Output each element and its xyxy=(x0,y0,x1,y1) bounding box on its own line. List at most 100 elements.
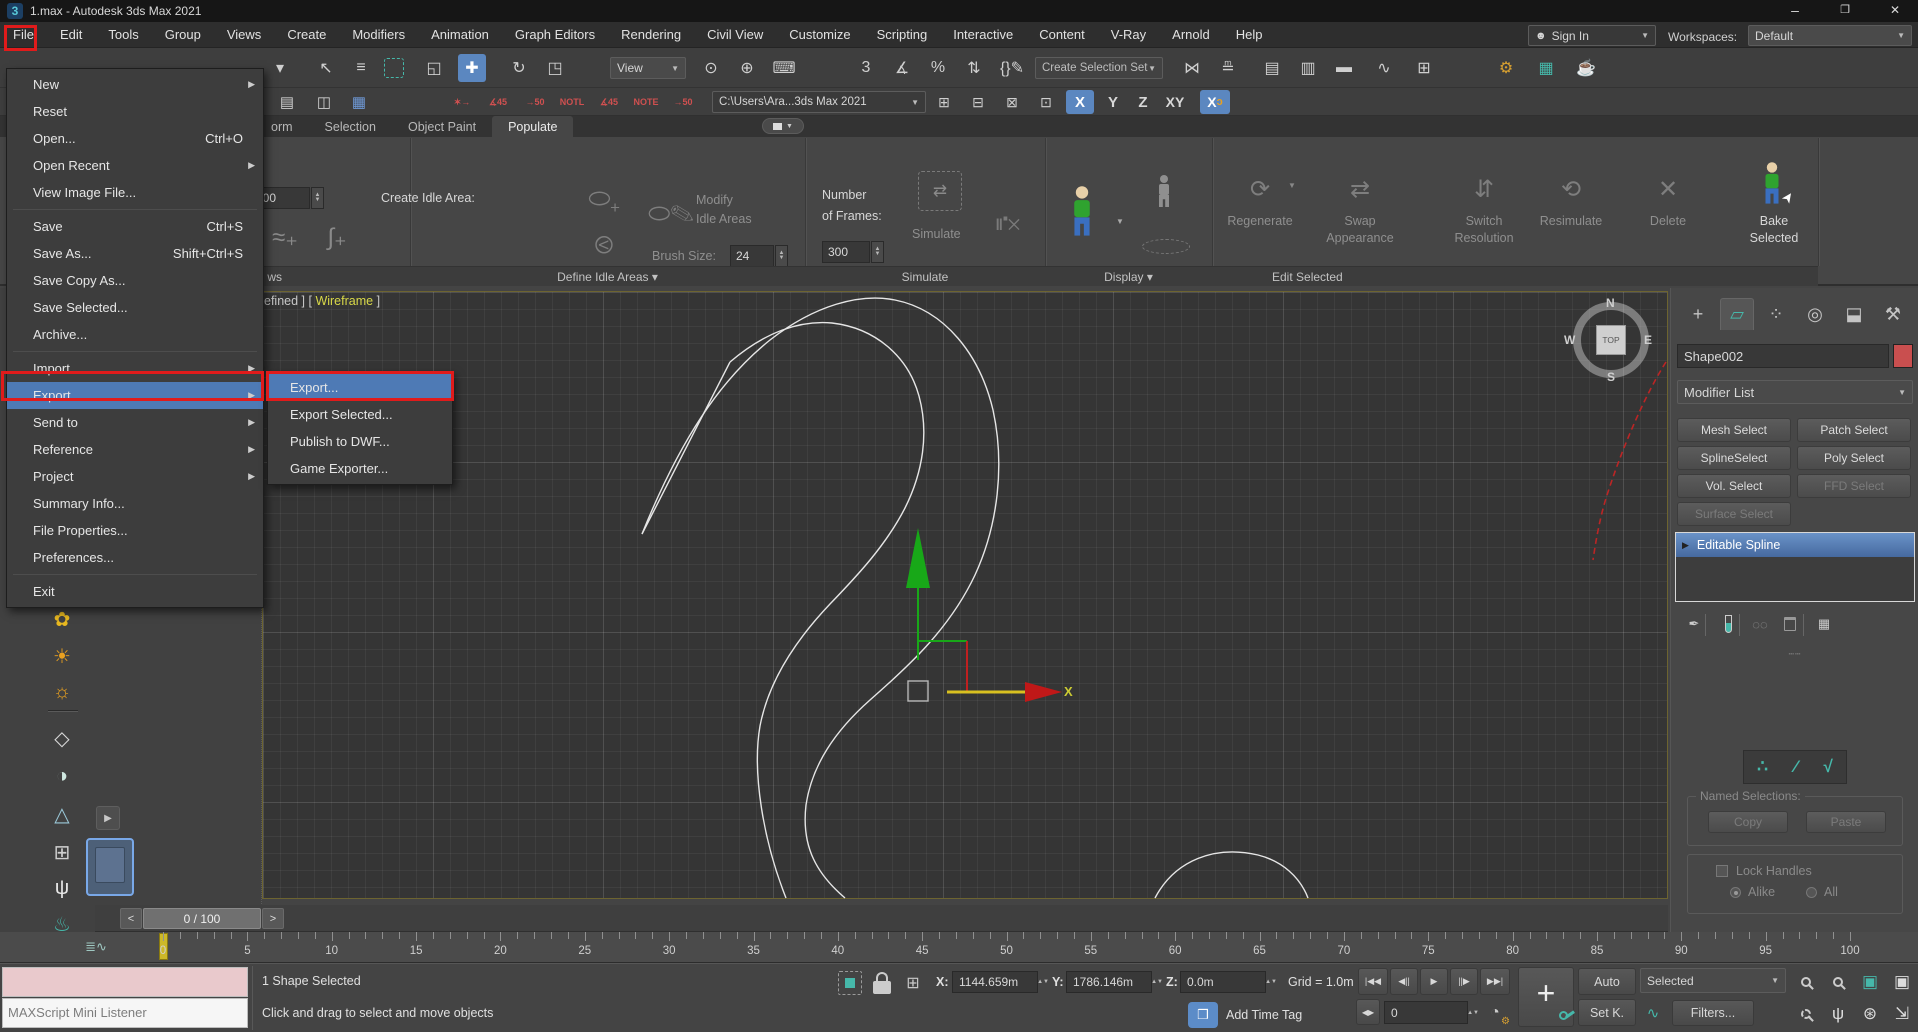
axis-constraint-y-button[interactable]: Y xyxy=(1100,90,1126,114)
previous-frame-button[interactable]: < xyxy=(120,908,142,929)
align-icon[interactable]: ≞ xyxy=(1214,54,1242,82)
alike-radio[interactable] xyxy=(1730,887,1741,898)
menubar-item-help[interactable]: Help xyxy=(1223,22,1276,47)
auto-key-button[interactable]: Auto xyxy=(1578,968,1636,995)
next-frame-button[interactable]: > xyxy=(262,908,284,929)
rendered-frame-icon[interactable]: ▦ xyxy=(1532,54,1560,82)
select-by-name-icon[interactable]: ≡ xyxy=(347,54,375,82)
export-submenu-item-publish-to-dwf[interactable]: Publish to DWF... xyxy=(268,428,452,455)
define-idle-areas-group-label[interactable]: Define Idle Areas ▾ xyxy=(410,266,805,286)
menubar-item-views[interactable]: Views xyxy=(214,22,274,47)
number-of-frames-field[interactable]: 300 xyxy=(822,241,870,263)
percent-snap-icon[interactable]: % xyxy=(924,54,952,82)
go-end-button[interactable]: ▶▶| xyxy=(1480,968,1510,995)
rollout-drag-separator[interactable]: ┄┄ xyxy=(1775,650,1815,658)
civil-view-icon-5[interactable]: ∡45 xyxy=(594,90,624,114)
make-unique-icon[interactable]: ◌◌ xyxy=(1747,610,1773,638)
menubar-item-interactive[interactable]: Interactive xyxy=(940,22,1026,47)
idle-area-polygon-icon[interactable]: ⬭₊ xyxy=(578,175,630,223)
render-setup-icon[interactable]: ⚙ xyxy=(1492,54,1520,82)
x-coordinate-field[interactable]: 1144.659m xyxy=(952,971,1038,993)
select-manipulate-icon[interactable]: ⊕ xyxy=(733,54,761,82)
file-menu-item-send-to[interactable]: Send to▶ xyxy=(7,409,263,436)
time-configuration-button[interactable]: ◔⚙ xyxy=(1482,1000,1508,1026)
spinner-snap-icon[interactable]: ⇅ xyxy=(960,54,988,82)
active-flyout-button[interactable] xyxy=(86,838,134,896)
menubar-item-rendering[interactable]: Rendering xyxy=(608,22,694,47)
container-icon-4[interactable]: ⊡ xyxy=(1034,90,1058,114)
civil-view-icon-6[interactable]: NOTE xyxy=(631,90,661,114)
lock-handles-checkbox[interactable] xyxy=(1716,865,1728,877)
splineselect-button[interactable]: SplineSelect xyxy=(1677,446,1791,470)
add-time-tag-icon[interactable]: ❒ xyxy=(1188,1002,1218,1028)
scale-icon[interactable]: ◳ xyxy=(541,54,569,82)
export-submenu-item-export-selected[interactable]: Export Selected... xyxy=(268,401,452,428)
delete-simulation-icon[interactable]: ⑈✕ xyxy=(985,201,1031,247)
layer-explorer-icon[interactable]: ▤ xyxy=(1258,54,1286,82)
file-menu-item-file-properties[interactable]: File Properties... xyxy=(7,517,263,544)
expand-arrow-icon[interactable]: ▶ xyxy=(1682,540,1689,551)
viewcube-north-label[interactable]: N xyxy=(1606,296,1615,310)
toggle-scene-explorer-icon[interactable]: ▥ xyxy=(1294,54,1322,82)
viewcube-top-face[interactable]: TOP xyxy=(1596,325,1626,355)
file-menu-item-open-recent[interactable]: Open Recent▶ xyxy=(7,152,263,179)
axis-constraint-xy-button[interactable]: XY xyxy=(1158,90,1192,114)
export-submenu-item-game-exporter[interactable]: Game Exporter... xyxy=(268,455,452,482)
file-menu-item-preferences[interactable]: Preferences... xyxy=(7,544,263,571)
maximize-button[interactable]: ❐ xyxy=(1822,0,1868,22)
file-menu-item-export[interactable]: Export▶ xyxy=(7,382,263,409)
z-coordinate-spinner[interactable]: ▲▼ xyxy=(1266,971,1276,993)
viewport[interactable] xyxy=(262,291,1668,899)
frame-step-buttons[interactable]: ◀▶ xyxy=(1356,999,1380,1025)
viewcube-south-label[interactable]: S xyxy=(1607,370,1615,384)
track-bar[interactable]: ≣∿ 0510152025303540455055606570758085909… xyxy=(0,932,1918,963)
bake-selected-button[interactable]: ➤BakeSelected xyxy=(1726,167,1822,261)
modify-tab-button[interactable]: ▱ xyxy=(1720,298,1754,330)
ribbon-tab-populate[interactable]: Populate xyxy=(492,116,573,137)
curve-editor-icon[interactable]: ∿ xyxy=(1370,54,1398,82)
display-group-label[interactable]: Display ▾ xyxy=(1045,266,1212,286)
rotate-icon[interactable]: ↻ xyxy=(505,54,533,82)
menubar-item-v-ray[interactable]: V-Ray xyxy=(1098,22,1159,47)
civil-view-icon-4[interactable]: NOTL xyxy=(557,90,587,114)
ribbon-tab-selection[interactable]: Selection xyxy=(309,116,392,137)
create-tab-button[interactable]: + xyxy=(1681,298,1715,330)
idle-area-overlap-icon[interactable]: ⧀ xyxy=(578,227,630,265)
maxscript-mini-listener-pink[interactable] xyxy=(2,967,248,997)
modify-idle-areas-button[interactable]: ModifyIdle Areas xyxy=(696,191,752,229)
toolbar-flyout-caret[interactable]: ▾ xyxy=(266,54,294,82)
swap-appearance-button[interactable]: ⇄SwapAppearance xyxy=(1312,167,1408,261)
menubar-item-content[interactable]: Content xyxy=(1026,22,1098,47)
modifier-list-dropdown[interactable]: Modifier List▼ xyxy=(1677,380,1913,404)
sky-icon[interactable]: ☼ xyxy=(46,676,78,708)
time-slider-handle[interactable]: 0 / 100 xyxy=(143,908,261,929)
frame-spinner[interactable]: ▲▼ xyxy=(1468,1001,1478,1024)
file-menu-item-import[interactable]: Import▶ xyxy=(7,355,263,382)
pin-stack-icon[interactable]: ✒ xyxy=(1681,610,1707,638)
menubar-item-graph-editors[interactable]: Graph Editors xyxy=(502,22,608,47)
snap-3d-icon[interactable]: 3 xyxy=(852,54,880,82)
utilities-tab-button[interactable]: ⚒ xyxy=(1876,298,1910,330)
motion-tab-button[interactable]: ◎ xyxy=(1798,298,1832,330)
viewcube[interactable]: TOP N S W E xyxy=(1573,302,1649,378)
mini-curve-editor-icon[interactable]: ≣∿ xyxy=(80,936,112,958)
container-icon-1[interactable]: ⊞ xyxy=(932,90,956,114)
cabinet-icon[interactable]: ▤ xyxy=(275,90,299,114)
file-menu-item-open[interactable]: Open...Ctrl+O xyxy=(7,125,263,152)
civil-view-icon-3[interactable]: →50 xyxy=(520,90,550,114)
menubar-item-tools[interactable]: Tools xyxy=(95,22,151,47)
file-menu-item-view-image-file[interactable]: View Image File... xyxy=(7,179,263,206)
paste-button[interactable]: Paste xyxy=(1806,811,1886,833)
selection-set-dropdown[interactable]: Create Selection Set ▼ xyxy=(1035,57,1163,79)
file-menu-item-new[interactable]: New▶ xyxy=(7,71,263,98)
cube-primitive-icon[interactable]: ◇ xyxy=(46,722,78,754)
poly-select-button[interactable]: Poly Select xyxy=(1797,446,1911,470)
key-filters-button[interactable]: Filters... xyxy=(1672,1000,1754,1026)
menubar-item-edit[interactable]: Edit xyxy=(47,22,95,47)
flow-width-spinner[interactable]: ▲▼ xyxy=(311,187,324,209)
menubar-item-arnold[interactable]: Arnold xyxy=(1159,22,1223,47)
menubar-item-modifiers[interactable]: Modifiers xyxy=(339,22,418,47)
maximize-viewport-button[interactable]: ⇲ xyxy=(1888,1000,1916,1028)
file-menu-item-summary-info[interactable]: Summary Info... xyxy=(7,490,263,517)
simulate-button[interactable]: Simulate xyxy=(912,227,961,241)
